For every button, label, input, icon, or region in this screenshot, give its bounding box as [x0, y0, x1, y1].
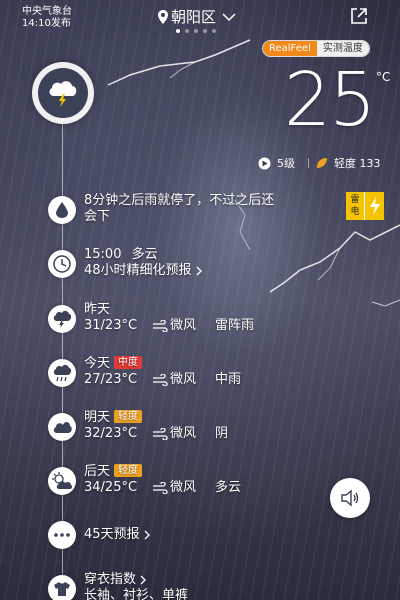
- day-header-tomorrow: 明天 轻度: [84, 410, 143, 426]
- day-condition-yesterday: 雷阵雨: [215, 318, 255, 333]
- chevron-down-icon: [222, 12, 236, 21]
- day-wind-day-after: 微风: [152, 480, 196, 496]
- chevron-right-icon: [196, 266, 202, 276]
- wind-icon: [153, 320, 168, 332]
- leaf-icon: [317, 158, 327, 168]
- day-condition-today: 中雨: [215, 372, 242, 387]
- aqi-badge-today: 中度: [114, 356, 143, 369]
- rain-icon: [53, 364, 72, 382]
- page-dot-active: [176, 29, 180, 33]
- day-header-day-after: 后天 轻度: [84, 464, 143, 480]
- day-name-yesterday: 昨天: [84, 302, 111, 317]
- thunder-icon: [53, 310, 72, 328]
- forecast-45-link[interactable]: 45天预报: [84, 527, 151, 543]
- share-icon: [351, 8, 367, 24]
- page-dot: [185, 29, 189, 33]
- source-label: 中央气象台: [22, 6, 72, 17]
- wind-level-info: 5级: [258, 155, 295, 171]
- shirt-icon: [54, 582, 70, 596]
- clothing-index-link[interactable]: 穿衣指数: [84, 572, 147, 588]
- day-temps-day-after: 34/25°C: [84, 480, 138, 495]
- page-dot: [194, 29, 198, 33]
- page-indicator: [176, 29, 216, 33]
- day-wind-today: 微风: [152, 372, 196, 388]
- location-pin-icon: [158, 9, 168, 24]
- page-dot: [203, 29, 207, 33]
- current-temperature: 25: [284, 57, 376, 143]
- day-name-day-after: 后天: [84, 464, 111, 479]
- raindrop-icon: [56, 202, 68, 218]
- wind-icon: [153, 374, 168, 386]
- hourly-forecast-link[interactable]: 48小时精细化预报: [84, 263, 203, 279]
- day-temps-today: 27/23°C: [84, 372, 138, 387]
- chevron-right-icon: [144, 530, 150, 540]
- cloudy-icon: [53, 422, 72, 433]
- divider: [308, 158, 309, 168]
- more-node: [48, 521, 76, 549]
- day-name-today: 今天: [84, 356, 111, 371]
- realfeel-tab[interactable]: RealFeel: [263, 41, 317, 56]
- temp-mode-toggle[interactable]: RealFeel 实测温度: [262, 40, 370, 57]
- partly-cloudy-icon: [52, 472, 73, 489]
- lightning-warning-icon: [369, 197, 380, 215]
- clock-icon: [53, 255, 71, 273]
- rain-alert-text[interactable]: 8分钟之后雨就停了，不过之后还会下: [84, 193, 284, 225]
- wind-direction-icon: [258, 157, 271, 169]
- chevron-right-icon: [140, 575, 146, 585]
- day-node-today: [48, 359, 76, 387]
- location-name: 朝阳区: [171, 8, 217, 26]
- wind-icon: [153, 482, 168, 494]
- location-selector[interactable]: 朝阳区: [158, 6, 236, 27]
- clothing-index-desc: 长袖、衬衫、单裤: [84, 588, 189, 600]
- share-button[interactable]: [349, 6, 369, 30]
- day-temps-yesterday: 31/23°C: [84, 318, 138, 333]
- publish-time: 14:10发布: [22, 18, 71, 29]
- thunderstorm-icon: [49, 81, 77, 107]
- day-name-tomorrow: 明天: [84, 410, 111, 425]
- aqi-badge-day-after: 轻度: [114, 464, 143, 477]
- day-wind-yesterday: 微风: [152, 318, 196, 334]
- wind-icon: [153, 428, 168, 440]
- clock-node: [48, 250, 76, 278]
- day-node-yesterday: [48, 305, 76, 333]
- rain-drop-node: [48, 196, 76, 224]
- day-header-today: 今天 中度: [84, 356, 143, 372]
- hourly-summary: 15:00 多云: [84, 247, 158, 262]
- thunder-warning-badge[interactable]: 雷 电: [346, 192, 386, 220]
- day-wind-tomorrow: 微风: [152, 426, 196, 442]
- measured-temp-tab[interactable]: 实测温度: [316, 41, 369, 56]
- air-quality-info[interactable]: 轻度 133: [316, 155, 381, 171]
- voice-broadcast-button[interactable]: [330, 478, 370, 518]
- page-dot: [212, 29, 216, 33]
- more-dots-icon: [54, 533, 70, 537]
- day-temps-tomorrow: 32/23°C: [84, 426, 138, 441]
- aqi-badge-tomorrow: 轻度: [114, 410, 143, 423]
- temperature-unit: °C: [376, 70, 391, 84]
- day-condition-day-after: 多云: [215, 480, 242, 495]
- speaker-icon: [341, 489, 359, 507]
- clothing-node: [48, 575, 76, 600]
- current-weather-icon-container: [32, 62, 94, 124]
- day-node-tomorrow: [48, 413, 76, 441]
- day-condition-tomorrow: 阴: [215, 426, 229, 441]
- day-node-day-after: [48, 467, 76, 495]
